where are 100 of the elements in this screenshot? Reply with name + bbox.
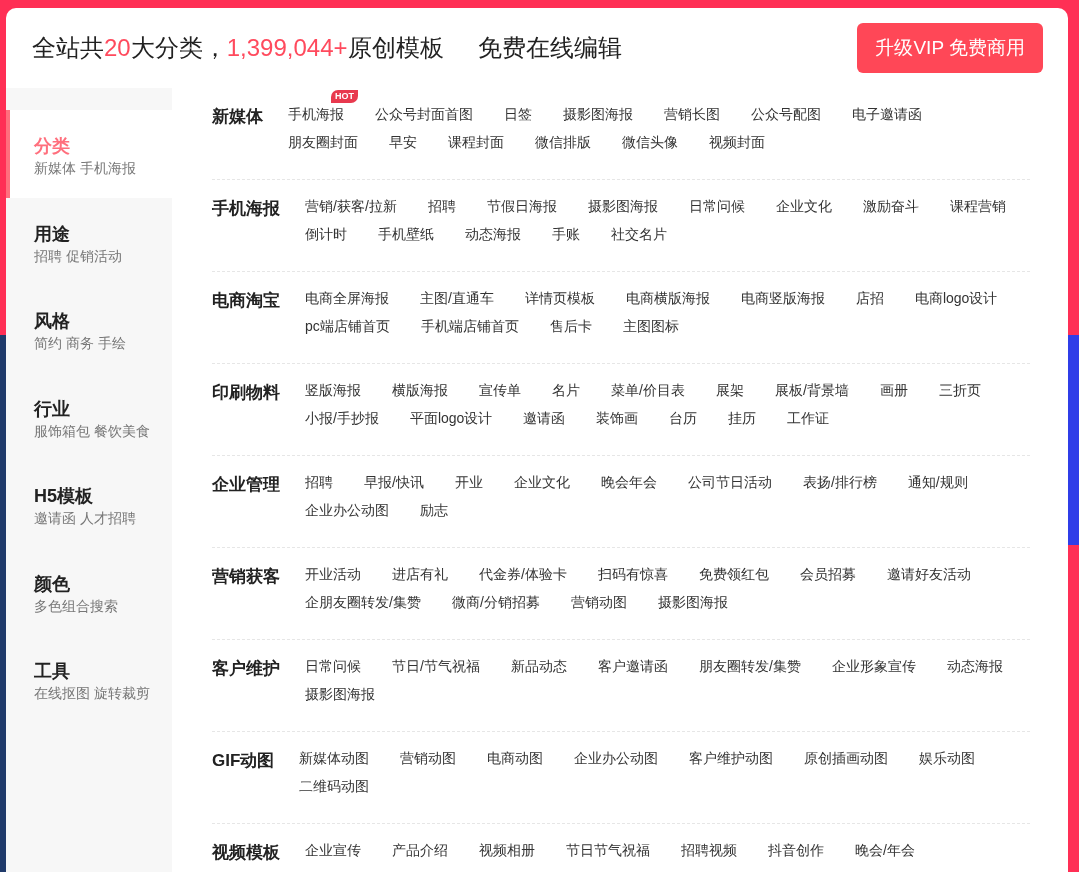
category-link[interactable]: 电商竖版海报 [740,290,825,306]
category-link[interactable]: 企业文化 [513,474,570,490]
category-link[interactable]: 小报/手抄报 [305,410,379,426]
category-link[interactable]: 宣传单 [479,382,521,398]
category-link[interactable]: 竖版海报 [305,382,361,398]
category-link[interactable]: 招聘 [305,474,333,490]
category-link[interactable]: 邀请函 [523,410,566,426]
category-link[interactable]: 企业形象宣传 [831,658,916,674]
category-link[interactable]: 挂历 [728,410,757,426]
category-link[interactable]: 动态海报 [465,226,521,242]
category-link[interactable]: 手账 [552,226,580,242]
category-link[interactable]: 会员招募 [799,566,856,582]
category-link[interactable]: 营销动图 [400,750,457,766]
category-link[interactable]: 倒计时 [305,226,347,242]
category-link[interactable]: 公司节日活动 [687,474,772,490]
category-link[interactable]: 营销/获客/拉新 [305,198,397,214]
category-link[interactable]: 装饰画 [596,410,639,426]
category-link[interactable]: 朋友圈转发/集赞 [698,658,801,674]
category-link[interactable]: 手机壁纸 [378,226,434,242]
category-link[interactable]: 招聘 [427,198,456,214]
category-link[interactable]: 摄影图海报 [587,198,658,214]
category-link[interactable]: 画册 [879,382,908,398]
category-link[interactable]: 免费领红包 [698,566,769,582]
category-link[interactable]: 三折页 [938,382,981,398]
category-link[interactable]: pc端店铺首页 [305,318,390,334]
category-link[interactable]: 店招 [855,290,884,306]
category-link[interactable]: 微商/分销招募 [451,594,540,610]
category-link[interactable]: 电商全屏海报 [305,290,389,306]
category-link[interactable]: 朋友圈封面 [288,134,358,150]
category-link[interactable]: 主图图标 [622,318,679,334]
category-link[interactable]: 娱乐动图 [919,750,976,766]
category-link[interactable]: 产品介绍 [392,842,448,858]
category-link[interactable]: 平面logo设计 [409,410,493,426]
category-link[interactable]: 招聘视频 [681,842,737,858]
category-link[interactable]: 进店有礼 [392,566,448,582]
category-link[interactable]: 营销动图 [570,594,627,610]
category-link[interactable]: 微信排版 [535,134,591,150]
sidebar-item[interactable]: 风格 简约 商务 手绘 [6,285,172,373]
category-link[interactable]: 社交名片 [611,226,667,242]
category-link[interactable]: 动态海报 [946,658,1003,674]
category-link[interactable]: 新品动态 [510,658,567,674]
category-link[interactable]: 手机端店铺首页 [420,318,519,334]
sidebar-item[interactable]: 用途 招聘 促销活动 [6,197,172,285]
category-link[interactable]: 早安 [389,134,417,150]
category-link[interactable]: 晚会/年会 [855,842,915,858]
category-link[interactable]: 详情页模板 [524,290,595,306]
category-link[interactable]: 节日节气祝福 [566,842,650,858]
category-link[interactable]: 二维码动图 [299,778,370,794]
category-link[interactable]: 节日/节气祝福 [392,658,480,674]
sidebar-item[interactable]: 颜色 多色组合搜索 [6,547,172,635]
category-link[interactable]: 主图/直通车 [420,290,494,306]
category-link[interactable]: 展板/背景墙 [774,382,849,398]
category-link[interactable]: 微信头像 [622,134,678,150]
category-link[interactable]: 企业办公动图 [574,750,659,766]
category-link[interactable]: 开业 [454,474,483,490]
category-link[interactable]: 公众号配图 [751,106,821,122]
category-link[interactable]: 展架 [715,382,744,398]
category-link[interactable]: 代金券/体验卡 [479,566,567,582]
category-link[interactable]: 企业文化 [775,198,832,214]
category-link[interactable]: 晚会年会 [600,474,657,490]
category-link[interactable]: 工作证 [787,410,830,426]
category-link[interactable]: 日常问候 [305,658,361,674]
category-link[interactable]: 课程营销 [949,198,1006,214]
category-link[interactable]: 节假日海报 [486,198,557,214]
category-link[interactable]: 新媒体动图 [299,750,370,766]
category-link[interactable]: 公众号封面首图 [375,106,473,122]
category-link[interactable]: 摄影图海报 [305,686,375,702]
category-link[interactable]: 名片 [552,382,580,398]
category-link[interactable]: 早报/快讯 [364,474,424,490]
category-link[interactable]: 课程封面 [448,134,504,150]
category-link[interactable]: 激励奋斗 [862,198,919,214]
category-link[interactable]: 菜单/价目表 [611,382,685,398]
category-link[interactable]: 客户维护动图 [689,750,774,766]
category-link[interactable]: 抖音创作 [768,842,824,858]
category-link[interactable]: 日常问候 [688,198,745,214]
category-link[interactable]: 摄影图海报 [563,106,633,122]
category-link[interactable]: 台历 [669,410,698,426]
category-link[interactable]: 摄影图海报 [657,594,728,610]
category-link[interactable]: 企业办公动图 [305,502,389,518]
category-link[interactable]: 通知/规则 [907,474,968,490]
category-link[interactable]: 电子邀请函 [852,106,922,122]
category-link[interactable]: 营销长图 [664,106,720,122]
sidebar-item[interactable]: H5模板 邀请函 人才招聘 [6,460,172,548]
category-link[interactable]: 励志 [420,502,448,518]
category-link[interactable]: 手机海报 [288,106,344,122]
sidebar-item[interactable]: 行业 服饰箱包 餐饮美食 [6,372,172,460]
category-link[interactable]: 电商动图 [487,750,544,766]
sidebar-item[interactable]: 工具 在线抠图 旋转裁剪 [6,635,172,723]
category-link[interactable]: 客户邀请函 [597,658,668,674]
category-link[interactable]: 视频封面 [709,134,765,150]
sidebar-item[interactable]: 分类 新媒体 手机海报 [6,110,172,198]
category-link[interactable]: 企业宣传 [305,842,361,858]
category-link[interactable]: 企朋友圈转发/集赞 [305,594,421,610]
category-link[interactable]: 日签 [504,106,532,122]
category-link[interactable]: 电商横版海报 [625,290,710,306]
category-link[interactable]: 电商logo设计 [914,290,998,306]
category-link[interactable]: 表扬/排行榜 [802,474,877,490]
category-link[interactable]: 开业活动 [305,566,361,582]
category-link[interactable]: 售后卡 [549,318,592,334]
category-link[interactable]: 视频相册 [479,842,535,858]
